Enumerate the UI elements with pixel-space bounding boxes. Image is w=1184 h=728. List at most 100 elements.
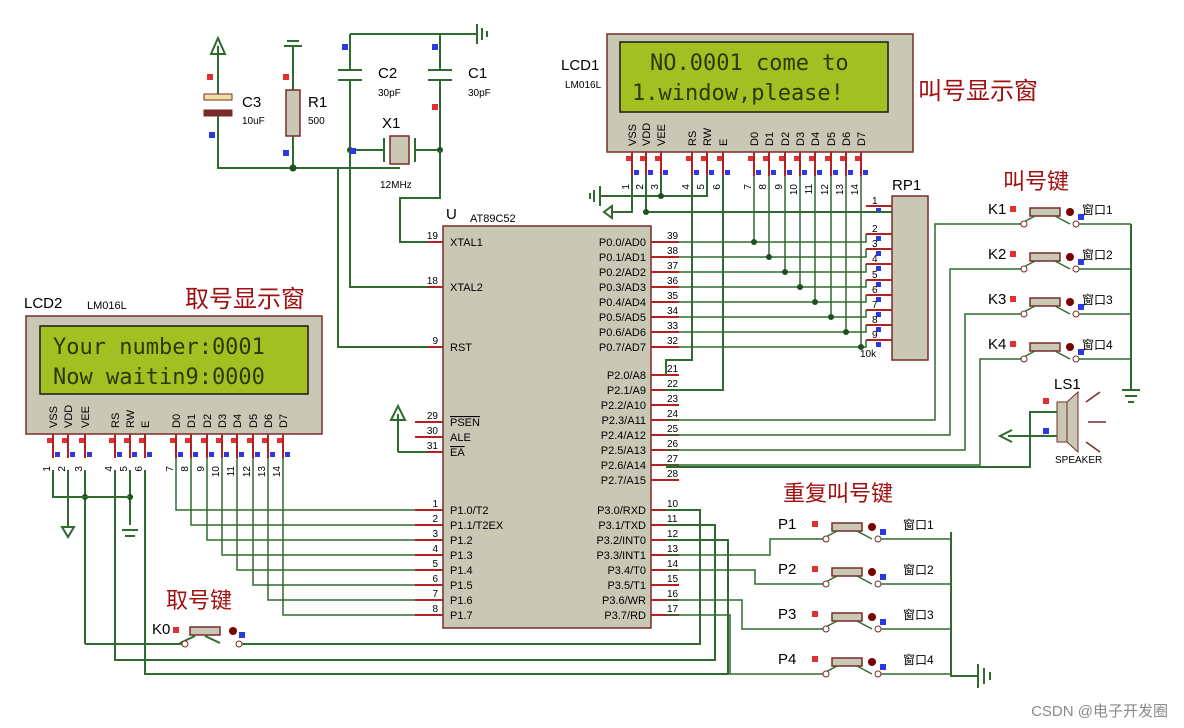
pin-marker — [648, 170, 653, 175]
ground-icon — [476, 24, 488, 44]
pin-marker — [79, 438, 84, 443]
pin-marker — [880, 529, 886, 535]
repeat-terminal — [822, 580, 830, 588]
repeat-button-cap[interactable] — [831, 522, 863, 532]
mcu-pin-label: P2.2/A10 — [601, 400, 646, 412]
k0-button-cap[interactable] — [189, 626, 221, 636]
lcd2-line2: Now waitin9:0000 — [53, 365, 265, 390]
rp1-link-wire — [800, 280, 867, 288]
call-button-cap[interactable] — [1029, 342, 1061, 352]
repeat-key[interactable]: P3 窗口3 — [666, 599, 951, 633]
lcd1-ref: LCD1 — [561, 57, 599, 74]
call-signal-wire — [666, 358, 1021, 466]
call-button-cap[interactable] — [1029, 252, 1061, 262]
pin-marker — [709, 170, 714, 175]
repeat-key[interactable]: P2 窗口2 — [666, 561, 951, 588]
pin-marker — [1043, 398, 1049, 404]
mcu-pin-number: 3 — [432, 529, 438, 540]
pin-marker — [794, 156, 799, 161]
lcd-pin-number: 9 — [196, 466, 207, 472]
lcd1-line1: NO.0001 come to — [650, 51, 849, 76]
repeat-button-cap[interactable] — [831, 612, 863, 622]
mcu-pin-number: 5 — [432, 559, 438, 570]
junction-dot — [643, 209, 649, 215]
lcd-pin-number: 5 — [696, 184, 707, 190]
mcu-pin-label: P1.1/T2EX — [450, 520, 504, 532]
lcd-pin-number: 7 — [743, 184, 754, 190]
mcu-pin-label: P3.4/T0 — [607, 565, 646, 577]
lcd-pin-label: D2 — [780, 132, 792, 146]
lcd2-vss-wire — [52, 470, 69, 527]
mcu-pin-number: 38 — [667, 246, 679, 257]
p0-wire — [679, 176, 832, 318]
mcu-pin-number: 1 — [432, 499, 438, 510]
pin-marker — [880, 574, 886, 580]
mcu-pin-label: P3.3/INT1 — [596, 550, 646, 562]
lcd-pin-label: D0 — [749, 132, 761, 146]
mcu-pin-label: P2.4/A12 — [601, 430, 646, 442]
call-button-cap[interactable] — [1029, 207, 1061, 217]
rp1-pin-number: 7 — [872, 300, 878, 311]
mcu-pin-label: P3.5/T1 — [607, 580, 646, 592]
call-signal-wire — [666, 313, 1021, 451]
lcd2-ref: LCD2 — [24, 295, 62, 312]
xtal2-wire — [349, 150, 428, 288]
junction-dot — [812, 299, 818, 305]
rp1-pin-number: 9 — [872, 330, 878, 341]
repeat-button-cap[interactable] — [831, 567, 863, 577]
lcd-pin-number: 2 — [57, 466, 68, 472]
ea-vcc-arrow-icon — [389, 403, 407, 452]
repeat-ref: P4 — [778, 651, 796, 668]
repeat-button-cap[interactable] — [831, 657, 863, 667]
repeat-terminal — [874, 625, 882, 633]
p0-wire — [679, 176, 862, 348]
lcd1-line2: 1.window,please! — [632, 81, 844, 106]
mcu-pin-label: P1.7 — [450, 610, 473, 622]
repeat-key[interactable]: P1 窗口1 — [666, 516, 951, 556]
pin-marker — [863, 170, 868, 175]
junction-dot — [843, 329, 849, 335]
mcu-model: AT89C52 — [470, 213, 516, 225]
pin-marker — [201, 438, 206, 443]
lcd-pin-label: RS — [687, 131, 699, 146]
lcd-pin-number: 6 — [134, 466, 145, 472]
repeat-key[interactable]: P4 窗口4 — [666, 614, 951, 678]
pin-marker — [255, 452, 260, 457]
mcu-at89c52: U AT89C52 19XTAL118XTAL29RST29PSEN30ALE3… — [415, 206, 679, 629]
mcu-pin-number: 31 — [427, 441, 439, 452]
pin-marker — [840, 156, 845, 161]
pin-marker — [47, 438, 52, 443]
mcu-pin-label: XTAL1 — [450, 237, 483, 249]
lcd-pin-number: 14 — [272, 466, 283, 478]
repeat-contacts — [821, 530, 873, 540]
c2-value: 30pF — [378, 88, 401, 99]
rp1-ref: RP1 — [892, 177, 921, 194]
repeat-terminal — [874, 580, 882, 588]
lcd-pin-label: D4 — [810, 132, 822, 146]
pin-marker — [350, 148, 356, 154]
mcu-pin-label: P1.2 — [450, 535, 473, 547]
mcu-pin-label: P3.6/WR — [602, 595, 646, 607]
junction-dot — [782, 269, 788, 275]
pin-marker — [855, 156, 860, 161]
lcd-pin-number: 3 — [650, 184, 661, 190]
lcd-pin-label: VDD — [63, 405, 75, 428]
rp1-link-wire — [769, 249, 867, 258]
c3-plate-top — [203, 93, 233, 101]
call-button-cap[interactable] — [1029, 297, 1061, 307]
mcu-pin-number: 2 — [432, 514, 438, 525]
pin-marker — [880, 619, 886, 625]
mcu-pin-label: P0.1/AD1 — [599, 252, 646, 264]
ground-arrow-icon — [60, 526, 76, 539]
mcu-pin-label: P2.0/A8 — [607, 370, 646, 382]
call-contacts — [1019, 305, 1071, 315]
lcd-pin-label: D3 — [795, 132, 807, 146]
rp1-pin-number: 3 — [872, 239, 878, 250]
p1-wire — [206, 458, 415, 541]
ground-arrow-icon — [602, 204, 613, 220]
repeat-ref: P1 — [778, 516, 796, 533]
pin-marker — [216, 438, 221, 443]
p0-wire — [679, 176, 801, 288]
ground-icon — [950, 532, 991, 688]
actuator-icon — [1066, 208, 1074, 216]
